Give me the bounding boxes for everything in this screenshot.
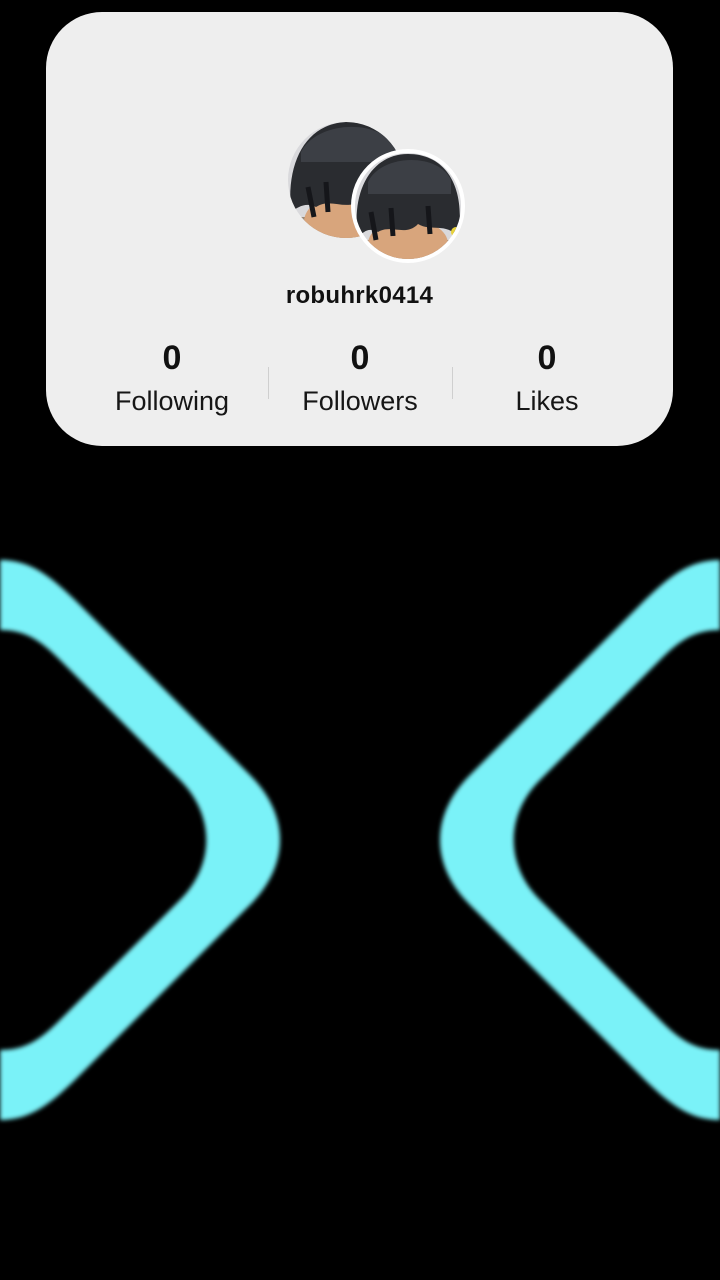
profile-avatars[interactable] (46, 12, 673, 272)
followers-label: Followers (302, 386, 418, 416)
stat-divider (268, 367, 269, 399)
username: robuhrk0414 (285, 282, 434, 309)
following-count: 0 (162, 339, 182, 377)
profile-stats: 0 Following 0 Followers 0 Likes (46, 337, 673, 427)
profile-card: robuhrk0414 0 Following 0 Followers 0 Li… (46, 12, 673, 446)
stat-following[interactable]: 0 Following (82, 337, 262, 419)
likes-label: Likes (515, 386, 579, 416)
stat-divider (452, 367, 453, 399)
likes-count: 0 (537, 339, 557, 377)
followers-count: 0 (350, 339, 370, 377)
following-label: Following (114, 386, 230, 416)
stat-likes[interactable]: 0 Likes (457, 337, 637, 419)
stat-followers[interactable]: 0 Followers (270, 337, 450, 419)
